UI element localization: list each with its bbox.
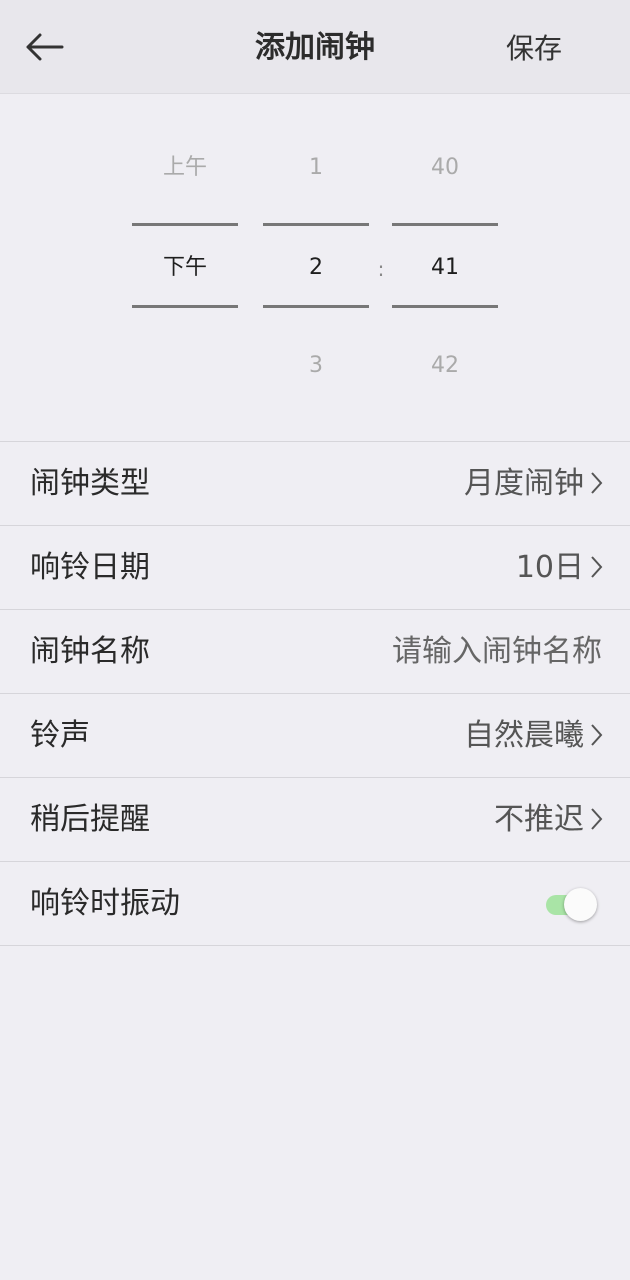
ring-date-row[interactable]: 响铃日期 10日 — [0, 526, 630, 610]
alarm-name-input[interactable]: 请输入闹钟名称 — [392, 610, 602, 693]
minute-option-below[interactable]: 42 — [392, 351, 498, 381]
chevron-right-icon — [591, 472, 603, 494]
ringtone-value: 自然晨曦 — [464, 718, 584, 753]
alarm-type-value: 月度闹钟 — [464, 466, 584, 501]
alarm-name-label: 闹钟名称 — [30, 634, 150, 669]
chevron-right-icon — [591, 724, 603, 746]
hour-selected[interactable]: 2 — [263, 253, 369, 283]
minute-wheel[interactable]: 40 41 42 — [392, 94, 498, 441]
ampm-wheel[interactable]: 上午 下午 — [132, 94, 238, 441]
minute-divider-bottom — [392, 305, 498, 308]
ring-date-label: 响铃日期 — [30, 550, 150, 585]
time-separator: : — [377, 257, 385, 281]
ringtone-row[interactable]: 铃声 自然晨曦 — [0, 694, 630, 778]
ampm-option-above[interactable]: 上午 — [132, 153, 238, 183]
snooze-label: 稍后提醒 — [30, 802, 150, 837]
hour-option-above[interactable]: 1 — [263, 153, 369, 183]
alarm-name-row[interactable]: 闹钟名称 请输入闹钟名称 — [0, 610, 630, 694]
toggle-knob — [564, 888, 597, 921]
chevron-right-icon — [591, 808, 603, 830]
hour-option-below[interactable]: 3 — [263, 351, 369, 381]
hour-wheel[interactable]: 1 2 3 — [263, 94, 369, 441]
ampm-divider-top — [132, 223, 238, 226]
minute-selected[interactable]: 41 — [392, 253, 498, 283]
hour-divider-top — [263, 223, 369, 226]
vibrate-row: 响铃时振动 — [0, 862, 630, 946]
hour-divider-bottom — [263, 305, 369, 308]
snooze-row[interactable]: 稍后提醒 不推迟 — [0, 778, 630, 862]
minute-divider-top — [392, 223, 498, 226]
alarm-type-label: 闹钟类型 — [30, 466, 150, 501]
chevron-right-icon — [591, 556, 603, 578]
snooze-value: 不推迟 — [494, 802, 584, 837]
time-picker: 上午 下午 1 2 3 : 40 41 42 — [0, 94, 630, 441]
ringtone-label: 铃声 — [30, 718, 90, 753]
ampm-selected[interactable]: 下午 — [132, 253, 238, 283]
top-bar: 添加闹钟 保存 — [0, 0, 630, 94]
ampm-divider-bottom — [132, 305, 238, 308]
vibrate-toggle[interactable] — [544, 887, 598, 921]
minute-option-above[interactable]: 40 — [392, 153, 498, 183]
save-button[interactable]: 保存 — [506, 31, 562, 67]
vibrate-label: 响铃时振动 — [30, 886, 180, 921]
alarm-type-row[interactable]: 闹钟类型 月度闹钟 — [0, 442, 630, 526]
ring-date-value: 10日 — [515, 550, 584, 585]
settings-list: 闹钟类型 月度闹钟 响铃日期 10日 闹钟名称 请输入闹钟名称 铃声 自然晨曦 … — [0, 441, 630, 946]
